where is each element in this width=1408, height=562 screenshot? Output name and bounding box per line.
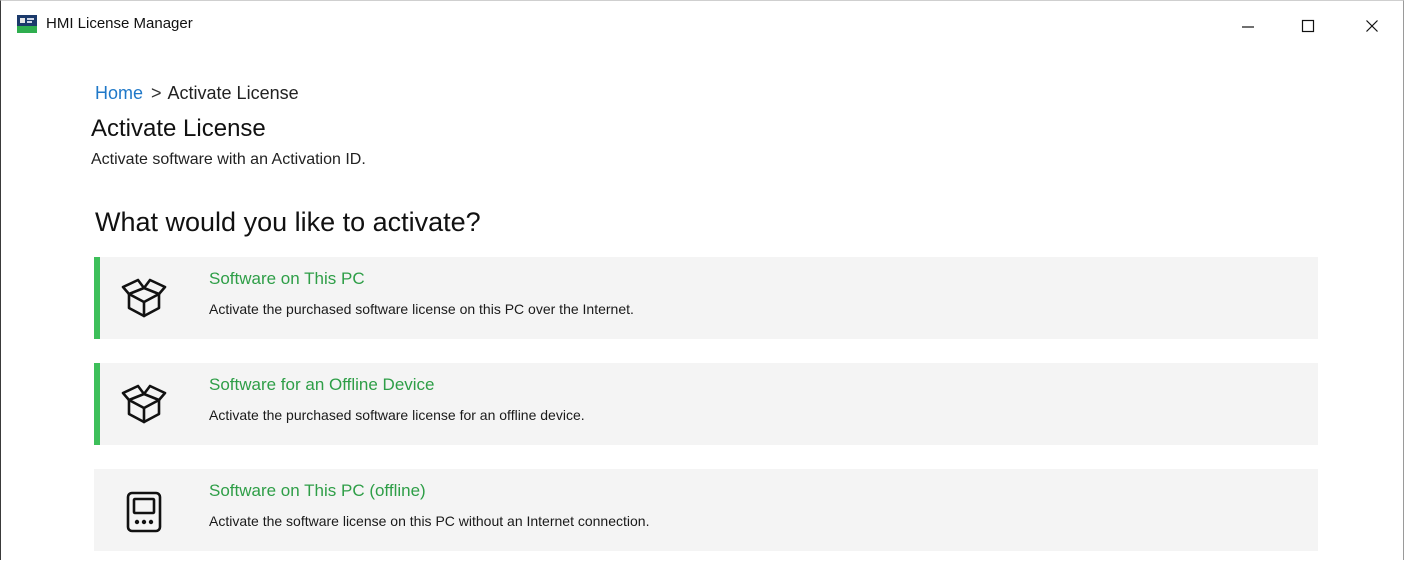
option-software-on-this-pc-offline[interactable]: Software on This PC (offline) Activate t… [94,469,1318,551]
option-description: Activate the software license on this PC… [209,513,650,529]
option-description: Activate the purchased software license … [209,407,585,423]
option-software-offline-device[interactable]: Software for an Offline Device Activate … [94,363,1318,445]
breadcrumb-home-link[interactable]: Home [95,83,143,103]
app-logo-icon [17,15,37,33]
device-screen-icon [126,491,162,533]
minimize-icon [1242,26,1254,28]
option-title: Software on This PC [209,269,365,288]
option-title: Software on This PC (offline) [209,481,426,500]
page-subtitle: Activate software with an Activation ID. [91,151,366,168]
close-icon [1366,20,1378,32]
breadcrumb: Home > Activate License [95,83,299,104]
section-heading: What would you like to activate? [95,207,481,237]
option-title: Software for an Offline Device [209,375,435,394]
package-box-icon [121,384,167,424]
option-software-on-this-pc[interactable]: Software on This PC Activate the purchas… [94,257,1318,339]
title-bar[interactable]: HMI License Manager [1,1,1403,49]
breadcrumb-current: Activate License [167,83,299,103]
minimize-button[interactable] [1225,9,1271,43]
breadcrumb-separator: > [151,83,162,103]
app-window: HMI License Manager Home > Activate Licens… [0,0,1404,560]
page-title: Activate License [91,115,266,142]
window-title: HMI License Manager [46,15,193,32]
maximize-icon [1301,19,1315,33]
option-description: Activate the purchased software license … [209,301,634,317]
package-box-icon [121,278,167,318]
close-button[interactable] [1349,9,1395,43]
maximize-button[interactable] [1285,9,1331,43]
